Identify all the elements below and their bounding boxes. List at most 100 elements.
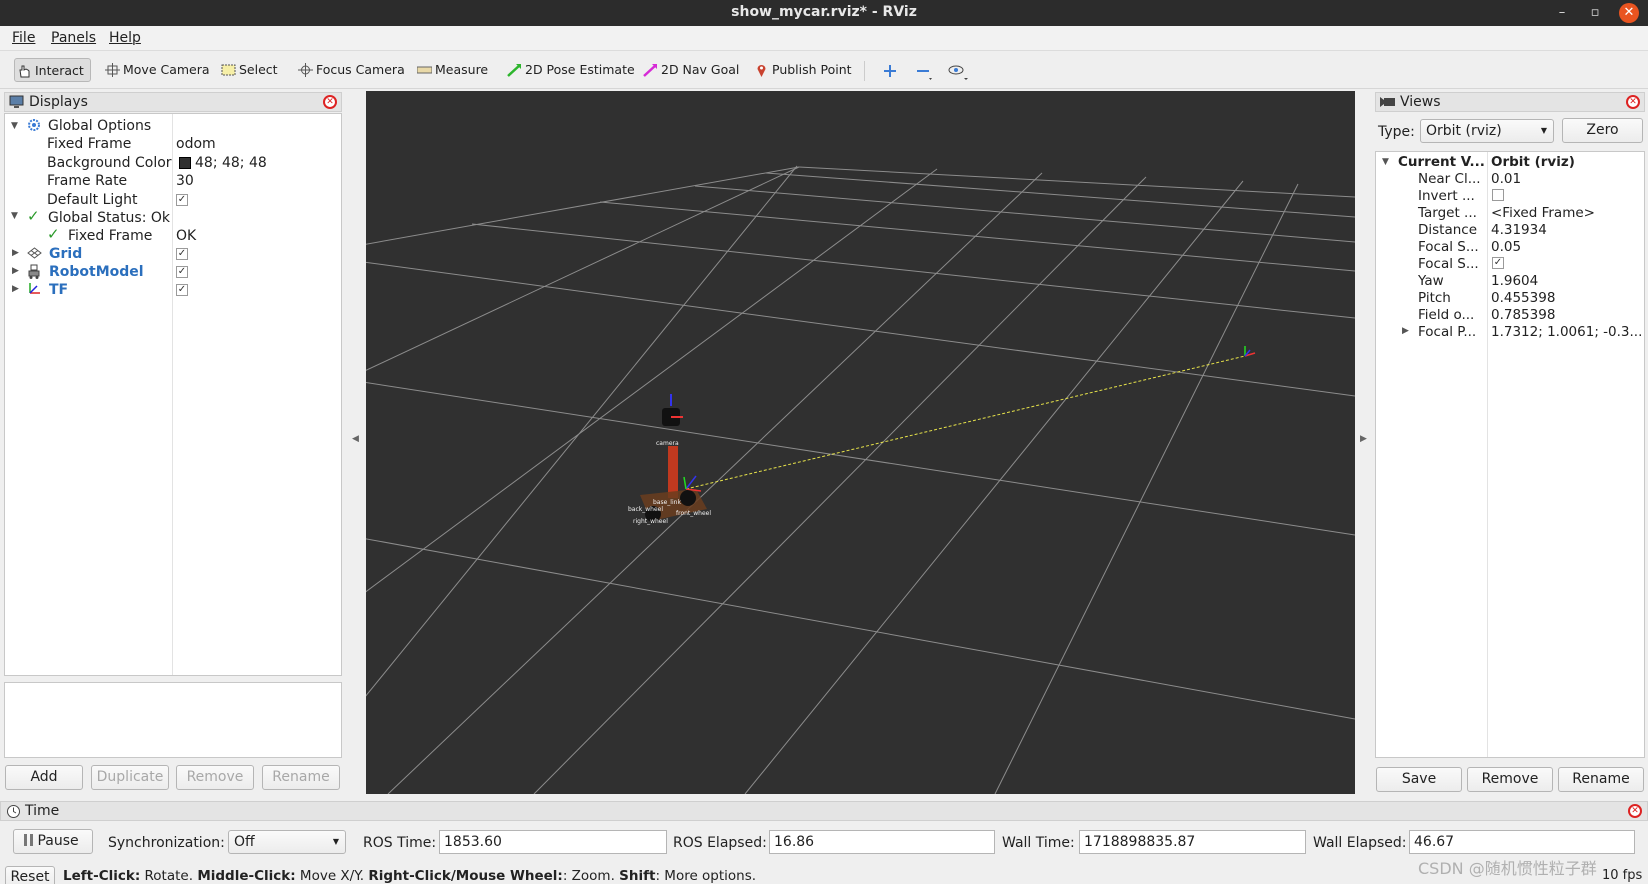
collapse-right-panel-icon[interactable]: ▶: [1360, 434, 1367, 444]
display-item-grid[interactable]: Grid: [49, 245, 82, 263]
maximize-button[interactable]: ▫: [1585, 3, 1605, 23]
collapse-arrow-icon[interactable]: ▶: [12, 248, 19, 258]
hint-left-click: Left-Click:: [63, 868, 141, 884]
collapse-arrow-icon[interactable]: ▶: [12, 284, 19, 294]
displays-close-icon[interactable]: ✕: [323, 95, 337, 109]
green-arrow-icon: [507, 64, 521, 77]
ros-time-field[interactable]: 1853.60: [439, 830, 667, 854]
map-pin-icon: [757, 65, 766, 77]
magenta-arrow-icon: [643, 64, 657, 77]
default-light-checkbox[interactable]: ✓: [176, 194, 188, 206]
prop-focal-shape-size-value[interactable]: 0.05: [1491, 238, 1521, 256]
status-hint: Left-Click: Rotate. Middle-Click: Move X…: [63, 868, 756, 884]
display-item-tf[interactable]: TF: [49, 281, 68, 299]
measure-tool[interactable]: Measure: [415, 58, 488, 82]
views-close-icon[interactable]: ✕: [1626, 95, 1640, 109]
prop-distance-value[interactable]: 4.31934: [1491, 221, 1547, 239]
render-viewport[interactable]: camera base_link back_wheel right_wheel …: [366, 91, 1355, 794]
prop-pitch: Pitch: [1418, 290, 1451, 306]
prop-focal-point-value[interactable]: 1.7312; 1.0061; -0.3...: [1491, 323, 1642, 341]
pause-button[interactable]: Pause: [13, 829, 93, 854]
expand-arrow-icon[interactable]: ▼: [1382, 157, 1389, 167]
move-camera-label: Move Camera: [123, 62, 210, 77]
menu-panels[interactable]: Panels: [51, 30, 96, 46]
menu-help[interactable]: Help: [109, 30, 141, 46]
current-view-value: Orbit (rviz): [1491, 154, 1575, 170]
hint-more: : More options.: [655, 868, 757, 884]
pose-estimate-tool[interactable]: 2D Pose Estimate: [505, 58, 635, 82]
move-camera-tool[interactable]: Move Camera: [103, 58, 210, 82]
remove-display-button[interactable]: Remove: [176, 765, 254, 790]
time-close-icon[interactable]: ✕: [1628, 804, 1642, 818]
interact-tool[interactable]: Interact: [14, 58, 91, 82]
remove-view-button[interactable]: Remove: [1467, 767, 1553, 792]
menu-file[interactable]: File: [12, 30, 35, 46]
prop-field-of-view-value[interactable]: 0.785398: [1491, 306, 1555, 324]
add-display-button[interactable]: Add: [5, 765, 83, 790]
grid-checkbox[interactable]: ✓: [176, 248, 188, 260]
wall-time-field[interactable]: 1718898835.87: [1079, 830, 1306, 854]
display-description-area: [4, 682, 342, 758]
robotmodel-checkbox[interactable]: ✓: [176, 266, 188, 278]
hint-middle-click: Middle-Click:: [197, 868, 296, 884]
fixed-frame-value[interactable]: odom: [176, 135, 216, 153]
grid-icon: [27, 247, 42, 259]
collapse-arrow-icon[interactable]: ▶: [12, 266, 19, 276]
frame-label-camera: camera: [656, 440, 679, 447]
view-type-value: Orbit (rviz): [1426, 123, 1502, 139]
focus-camera-icon: [298, 63, 313, 77]
focus-camera-tool[interactable]: Focus Camera: [296, 58, 405, 82]
background-color-value[interactable]: 48; 48; 48: [195, 154, 267, 172]
nav-goal-tool[interactable]: 2D Nav Goal: [641, 58, 739, 82]
global-status-label[interactable]: Global Status: Ok: [48, 209, 170, 227]
duplicate-display-button[interactable]: Duplicate: [91, 765, 169, 790]
zero-button[interactable]: Zero: [1562, 118, 1643, 143]
sync-label: Synchronization:: [108, 835, 225, 851]
views-header: Views ✕: [1375, 92, 1645, 112]
view-type-select[interactable]: Orbit (rviz) ▼: [1420, 119, 1554, 143]
clock-icon: [7, 805, 20, 818]
current-view-label[interactable]: Current V...: [1398, 153, 1485, 171]
prop-pitch-value[interactable]: 0.455398: [1491, 289, 1555, 307]
sync-select[interactable]: Off ▼: [228, 830, 346, 854]
prop-near-clip-value[interactable]: 0.01: [1491, 170, 1521, 188]
rename-view-button[interactable]: Rename: [1558, 767, 1644, 792]
rename-display-button[interactable]: Rename: [262, 765, 340, 790]
prop-yaw-value[interactable]: 1.9604: [1491, 272, 1538, 290]
display-item-robotmodel[interactable]: RobotModel: [49, 263, 144, 281]
views-title: Views: [1400, 94, 1441, 110]
save-view-button[interactable]: Save: [1376, 767, 1462, 792]
ros-elapsed-field[interactable]: 16.86: [769, 830, 995, 854]
pause-icon: [24, 834, 33, 846]
publish-point-tool[interactable]: Publish Point: [752, 58, 852, 82]
reset-button[interactable]: Reset: [5, 866, 55, 884]
minimize-button[interactable]: –: [1552, 3, 1572, 23]
wall-elapsed-label: Wall Elapsed:: [1313, 835, 1407, 851]
expand-arrow-icon[interactable]: ▼: [11, 121, 18, 131]
pose-estimate-label: 2D Pose Estimate: [525, 62, 635, 77]
prop-target-frame-value[interactable]: <Fixed Frame>: [1491, 204, 1595, 222]
global-options-label[interactable]: Global Options: [48, 117, 151, 135]
time-header: Time ✕: [0, 801, 1648, 821]
hint-shift: Shift: [619, 868, 656, 884]
wall-elapsed-field[interactable]: 46.67: [1409, 830, 1635, 854]
collapse-left-panel-icon[interactable]: ◀: [352, 434, 359, 444]
tf-checkbox[interactable]: ✓: [176, 284, 188, 296]
remove-tool-icon[interactable]: [916, 64, 934, 82]
prop-target-frame: Target ...: [1418, 205, 1477, 221]
close-button[interactable]: ✕: [1619, 3, 1639, 23]
fixed-frame-label: Fixed Frame: [47, 136, 132, 152]
frame-rate-value[interactable]: 30: [176, 172, 194, 190]
color-swatch[interactable]: [179, 157, 191, 169]
expand-arrow-icon[interactable]: ▼: [11, 211, 18, 221]
select-tool[interactable]: Select: [219, 58, 278, 82]
publish-point-label: Publish Point: [772, 62, 852, 77]
hand-icon: [19, 65, 30, 78]
fps-readout: 10 fps: [1602, 868, 1643, 883]
invert-z-checkbox[interactable]: [1492, 189, 1504, 201]
prop-focal-shape-size: Focal S...: [1418, 239, 1479, 255]
add-tool-icon[interactable]: [883, 64, 897, 78]
collapse-arrow-icon[interactable]: ▶: [1402, 326, 1409, 336]
focal-shape-fixed-checkbox[interactable]: ✓: [1492, 257, 1504, 269]
eye-icon[interactable]: [948, 62, 970, 82]
